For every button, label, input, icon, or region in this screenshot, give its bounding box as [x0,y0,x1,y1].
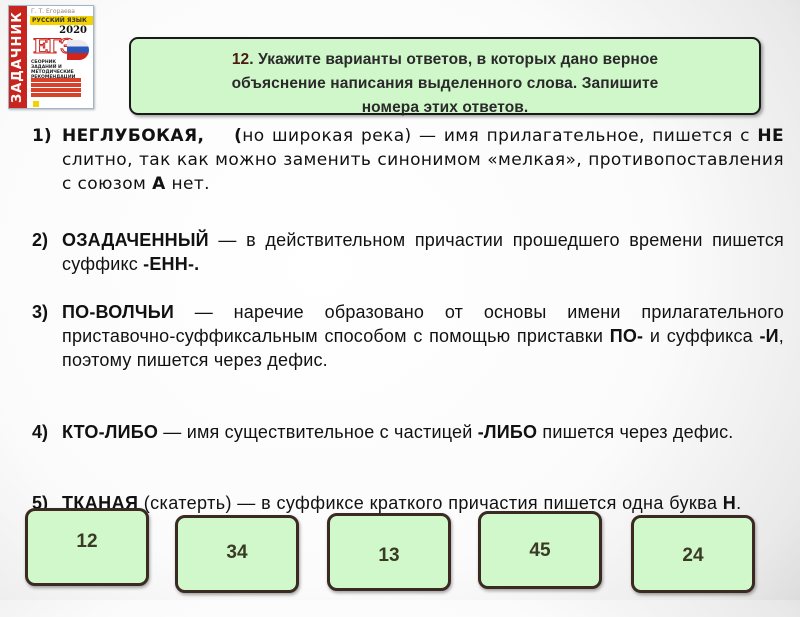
option-word: ПО-ВОЛЧЬИ [62,302,174,322]
text-part: . [736,493,742,513]
answer-label: 24 [682,545,704,566]
answer-label: 13 [378,545,400,566]
option-item-4: 4) КТО-ЛИБО — имя существительное с част… [32,420,784,444]
answer-button-4[interactable]: 45 [478,511,602,589]
text-part: пишется через дефис. [537,422,734,442]
task-number: 12 [231,51,250,68]
text-part: (скатерть) — в суффиксе краткого причаст… [138,493,723,513]
option-marker: 2) [32,230,49,250]
task-line-1: 12. Укажите варианты ответов, в которых … [151,48,739,72]
option-word: ОЗАДАЧЕННЫЙ [62,230,209,250]
cover-spine-text: ЗАДАЧНИК [9,6,27,108]
answer-button-2[interactable]: 34 [175,515,299,593]
russian-flag-icon [67,40,89,60]
answer-label: 45 [529,540,551,561]
option-text: КТО-ЛИБО — имя существительное с частице… [62,420,784,444]
answer-button-5[interactable]: 24 [631,515,755,593]
highlight: Н [722,493,737,513]
option-text: НЕГЛУБОКАЯ, (но широкая река) — имя прил… [62,124,784,196]
highlight: ПО- [609,326,644,346]
text-part: и суффикса [643,326,760,346]
highlight: -ЕНН-. [143,254,200,274]
option-text: ОЗАДАЧЕННЫЙ — в действительном причастии… [62,228,784,276]
task-line-3: номера этих ответов. [361,99,529,116]
answer-label: 12 [76,531,98,552]
option-text: ТКАНАЯ (скатерть) — в суффиксе краткого … [62,491,784,515]
answer-label: 34 [226,542,248,563]
highlight: -И [759,326,779,346]
option-item-1: 1) НЕГЛУБОКАЯ, (но широкая река) — имя п… [32,124,784,196]
highlight: А [152,174,166,194]
option-word: НЕГЛУБОКАЯ, [62,126,205,146]
task-line-2: объяснение написания выделенного слова. … [231,75,659,92]
task-title-box: 12. Укажите варианты ответов, в которых … [129,37,761,116]
publisher-logo-icon [33,101,39,107]
cover-author: Г. Т. Егораева [31,8,75,15]
answer-button-1[interactable]: 12 [25,508,149,586]
text-part: — имя существительное с частицей [158,422,478,442]
cover-bars [31,78,81,98]
option-item-3: 3) ПО-ВОЛЧЬИ — наречие образовано от осн… [32,300,784,372]
highlight: НЕ [757,126,785,146]
option-marker: 1) [32,126,52,146]
option-marker: 4) [32,422,49,442]
option-text: ПО-ВОЛЧЬИ — наречие образовано от основы… [62,300,784,372]
text-part: но широкая река) — имя прилагательное, п… [242,126,758,146]
book-cover: ЗАДАЧНИК Г. Т. Егораева РУССКИЙ ЯЗЫК 202… [8,5,94,109]
option-word: КТО-ЛИБО [62,422,159,442]
cover-description: СБОРНИК ЗАДАНИЙ И МЕТОДИЧЕСКИЕ РЕКОМЕНДА… [31,60,75,80]
highlight: -ЛИБО [477,422,538,442]
text-part: нет. [165,174,210,194]
option-item-2: 2) ОЗАДАЧЕННЫЙ — в действительном причас… [32,228,784,276]
option-marker: 3) [32,302,49,322]
task-text-1: . Укажите варианты ответов, в которых да… [249,51,659,68]
cover-subject: РУССКИЙ ЯЗЫК [30,16,93,25]
answer-button-3[interactable]: 13 [327,513,451,591]
